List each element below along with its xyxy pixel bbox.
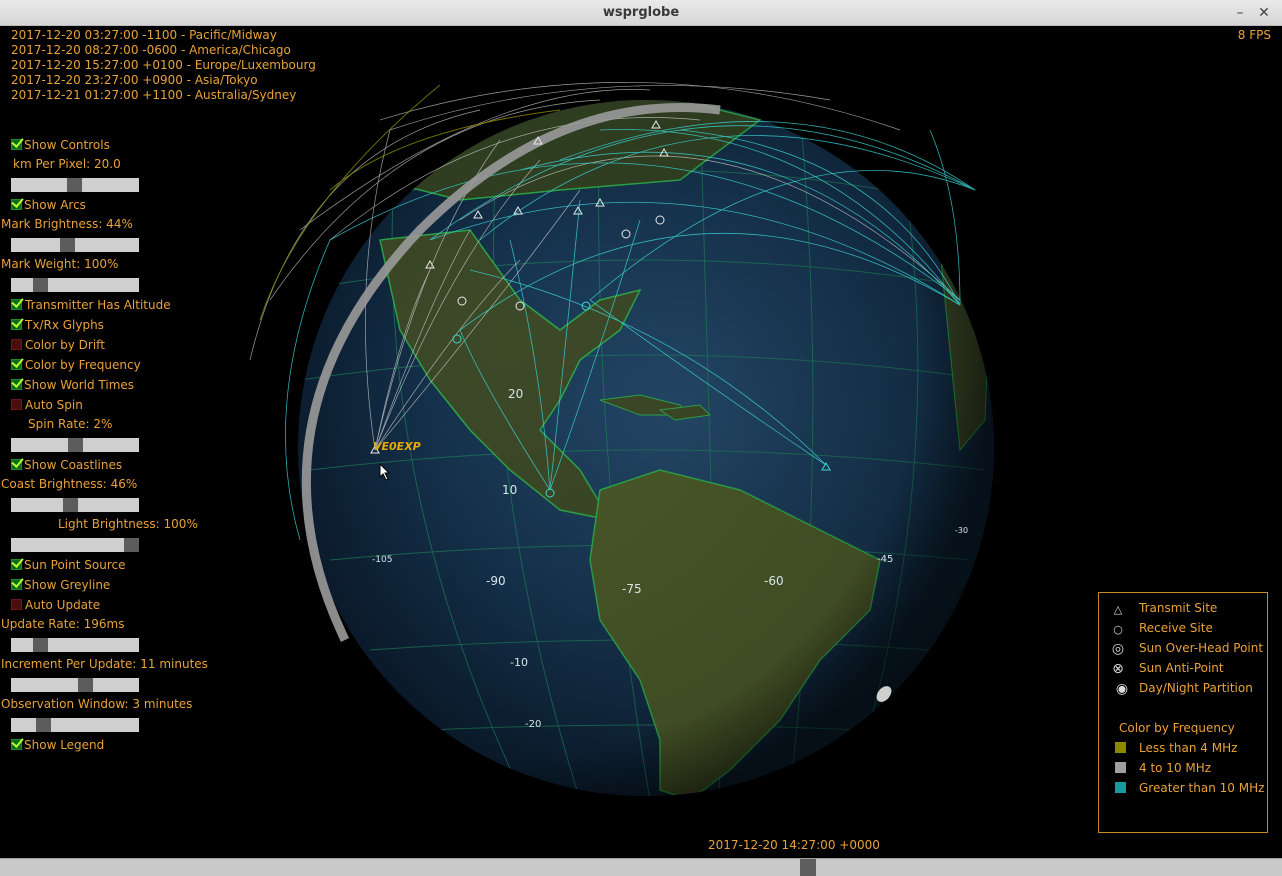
legend-less-4: Less than 4 MHz	[1139, 741, 1238, 755]
legend-day-night: Day/Night Partition	[1139, 681, 1253, 695]
sun-overhead-icon: ◎	[1111, 641, 1125, 657]
legend-sun-antipoint: Sun Anti-Point	[1139, 661, 1224, 675]
day-night-icon: ◉	[1115, 681, 1129, 697]
world-times: 2017-12-20 03:27:00 -1100 - Pacific/Midw…	[11, 28, 316, 103]
lat-label: -10	[510, 656, 528, 669]
observation-window-slider[interactable]	[11, 718, 139, 732]
legend-color-heading: Color by Frequency	[1119, 721, 1235, 735]
mark-weight-label: Mark Weight: 100%	[1, 257, 119, 271]
world-time-midway: 2017-12-20 03:27:00 -1100 - Pacific/Midw…	[11, 28, 277, 42]
slider-thumb[interactable]	[63, 498, 78, 512]
swatch-mid	[1115, 762, 1126, 773]
show-legend-label: Show Legend	[24, 738, 105, 752]
lon-label: -90	[486, 574, 506, 588]
light-brightness-label: Light Brightness: 100%	[58, 517, 198, 531]
slider-thumb[interactable]	[67, 178, 82, 192]
globe-canvas[interactable]: -105 -90 -75 -60 -45 -30 20 10 -10 -20 2…	[0, 26, 1282, 858]
auto-spin-checkbox[interactable]	[11, 399, 22, 410]
show-arcs-label: Show Arcs	[24, 198, 86, 212]
timeline-knob[interactable]	[800, 859, 816, 876]
world-time-tokyo: 2017-12-20 23:27:00 +0900 - Asia/Tokyo	[11, 73, 258, 87]
slider-thumb[interactable]	[68, 438, 83, 452]
slider-thumb[interactable]	[33, 278, 48, 292]
lon-label: -60	[764, 574, 784, 588]
minimize-icon[interactable]: –	[1230, 3, 1250, 23]
callsign-label: VE0EXP	[373, 440, 421, 453]
tx-rx-glyphs-label: Tx/Rx Glyphs	[25, 318, 104, 332]
show-controls-checkbox[interactable]	[11, 139, 22, 150]
receive-site-icon: ○	[1113, 623, 1123, 636]
update-rate-label: Update Rate: 196ms	[1, 617, 125, 631]
spin-rate-label: Spin Rate: 2%	[28, 417, 113, 431]
legend-panel: △ Transmit Site ○ Receive Site ◎ Sun Ove…	[1098, 592, 1268, 833]
km-per-pixel-slider[interactable]	[11, 178, 139, 192]
slider-thumb[interactable]	[36, 718, 51, 732]
mark-brightness-slider[interactable]	[11, 238, 139, 252]
mouse-cursor-icon	[379, 463, 391, 481]
transmitter-altitude-label: Transmitter Has Altitude	[25, 298, 171, 312]
lat-label: 10	[502, 483, 517, 497]
swatch-less-4	[1115, 742, 1126, 753]
lat-label: -20	[525, 719, 541, 730]
color-by-frequency-label: Color by Frequency	[25, 358, 141, 372]
mark-brightness-label: Mark Brightness: 44%	[1, 217, 133, 231]
transmit-site-icon: △	[1113, 603, 1123, 616]
km-per-pixel-label: km Per Pixel: 20.0	[13, 157, 121, 171]
close-icon[interactable]: ✕	[1254, 3, 1274, 23]
show-coastlines-label: Show Coastlines	[24, 458, 123, 472]
auto-update-label: Auto Update	[25, 598, 101, 612]
show-world-times-checkbox[interactable]	[11, 379, 22, 390]
legend-mid: 4 to 10 MHz	[1139, 761, 1212, 775]
lon-label: -75	[622, 582, 642, 596]
title-bar: wsprglobe – ✕	[0, 0, 1282, 26]
show-coastlines-checkbox[interactable]	[11, 459, 22, 470]
lon-label: -45	[877, 554, 893, 565]
legend-greater-10: Greater than 10 MHz	[1139, 781, 1265, 795]
sun-antipoint-icon: ⊗	[1112, 661, 1124, 677]
color-by-drift-checkbox[interactable]	[11, 339, 22, 350]
increment-per-update-slider[interactable]	[11, 678, 139, 692]
sun-point-source-checkbox[interactable]	[11, 559, 22, 570]
legend-sun-overhead: Sun Over-Head Point	[1139, 641, 1264, 655]
show-greyline-checkbox[interactable]	[11, 579, 22, 590]
globe-view[interactable]: -105 -90 -75 -60 -45 -30 20 10 -10 -20	[0, 26, 1282, 858]
slider-thumb[interactable]	[60, 238, 75, 252]
coast-brightness-label: Coast Brightness: 46%	[1, 477, 138, 491]
lat-label: 20	[508, 387, 523, 401]
increment-per-update-label: Increment Per Update: 11 minutes	[1, 657, 208, 671]
world-time-luxembourg: 2017-12-20 15:27:00 +0100 - Europe/Luxem…	[11, 58, 316, 72]
slider-thumb[interactable]	[124, 538, 139, 552]
light-brightness-slider[interactable]	[11, 538, 139, 552]
utc-time: 2017-12-20 14:27:00 +0000	[708, 838, 880, 852]
timeline-scrollbar[interactable]	[0, 858, 1282, 876]
update-rate-slider[interactable]	[11, 638, 139, 652]
window-title: wsprglobe	[602, 5, 680, 20]
world-time-sydney: 2017-12-21 01:27:00 +1100 - Australia/Sy…	[11, 88, 297, 102]
observation-window-label: Observation Window: 3 minutes	[1, 697, 193, 711]
lon-label: -30	[955, 526, 968, 535]
sun-point-source-label: Sun Point Source	[24, 558, 126, 572]
tx-rx-glyphs-checkbox[interactable]	[11, 319, 22, 330]
world-time-chicago: 2017-12-20 08:27:00 -0600 - America/Chic…	[11, 43, 291, 57]
legend-transmit-site: Transmit Site	[1139, 601, 1218, 615]
color-by-frequency-checkbox[interactable]	[11, 359, 22, 370]
slider-thumb[interactable]	[78, 678, 93, 692]
spin-rate-slider[interactable]	[11, 438, 139, 452]
auto-update-checkbox[interactable]	[11, 599, 22, 610]
swatch-greater-10	[1115, 782, 1126, 793]
show-world-times-label: Show World Times	[24, 378, 135, 392]
transmitter-altitude-checkbox[interactable]	[11, 299, 22, 310]
show-greyline-label: Show Greyline	[24, 578, 111, 592]
mark-weight-slider[interactable]	[11, 278, 139, 292]
auto-spin-label: Auto Spin	[25, 398, 83, 412]
legend-receive-site: Receive Site	[1139, 621, 1213, 635]
show-arcs-checkbox[interactable]	[11, 199, 22, 210]
show-legend-checkbox[interactable]	[11, 739, 22, 750]
coast-brightness-slider[interactable]	[11, 498, 139, 512]
show-controls-label: Show Controls	[24, 138, 110, 152]
slider-thumb[interactable]	[33, 638, 48, 652]
lon-label: -105	[372, 555, 392, 565]
color-by-drift-label: Color by Drift	[25, 338, 105, 352]
fps-counter: 8 FPS	[1237, 28, 1271, 42]
